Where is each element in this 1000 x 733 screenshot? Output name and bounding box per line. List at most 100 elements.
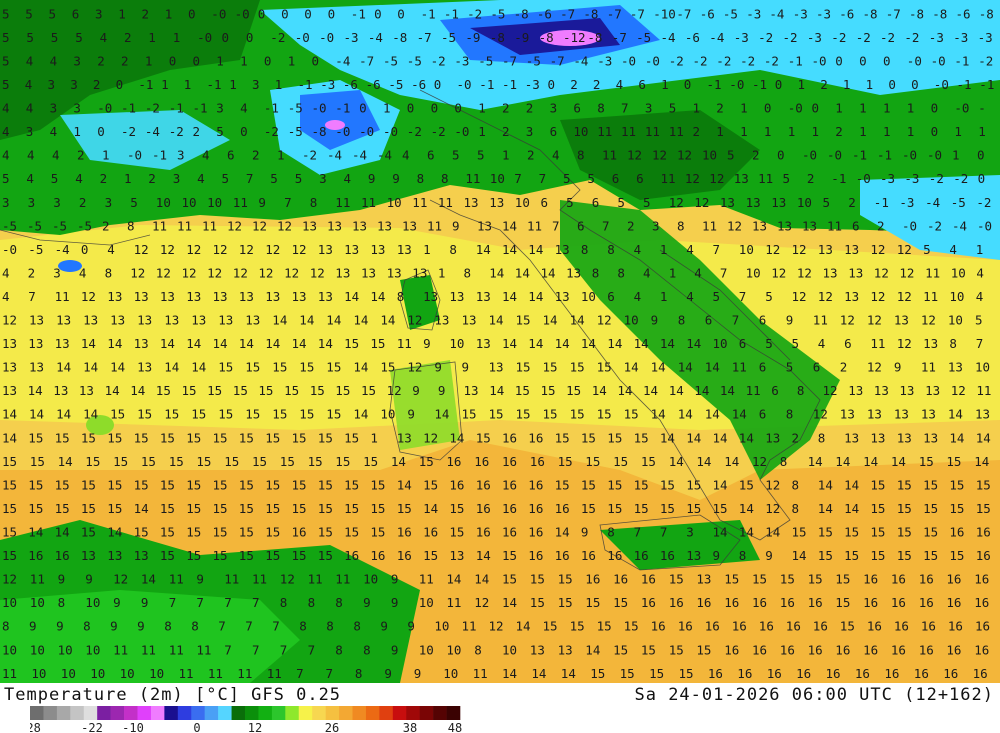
temperature-value: 1 — [660, 289, 668, 304]
temperature-value: -5 — [383, 54, 398, 69]
temperature-value: 8 — [617, 265, 625, 280]
temperature-value: 15 — [370, 336, 385, 351]
temperature-value: -1 — [121, 101, 136, 116]
temperature-value: 12 — [870, 242, 885, 257]
temperature-value: 14 — [765, 525, 780, 540]
temperature-value: 1 — [669, 265, 677, 280]
temperature-value: 16 — [528, 501, 543, 516]
temperature-value: 15 — [2, 501, 17, 516]
temperature-value: 13 — [160, 289, 175, 304]
temperature-value: 15 — [326, 360, 341, 375]
temperature-value: 16 — [502, 454, 517, 469]
temperature-value: 14 — [724, 454, 739, 469]
temperature-field: 5 5 5 6 3 1 2 1 0 -0 -0 0 0 0 0 -1 0 0 -1 -1 -2 -5 -8 -6 -7 -8 -7-… — [0, 0, 1000, 683]
temperature-value: 9 — [56, 619, 64, 634]
temperature-value: -9 — [514, 30, 529, 45]
temperature-value: 2 — [502, 124, 510, 139]
temperature-value: 14 — [585, 642, 600, 657]
temperature-value: 9 — [651, 313, 659, 328]
temperature-value: 2 — [193, 124, 201, 139]
temperature-value: 16 — [975, 619, 990, 634]
temperature-value: 14 — [818, 477, 833, 492]
temperature-value: 14 — [502, 242, 517, 257]
temperature-value: 15 — [543, 407, 558, 422]
temperature-value: 16 — [946, 572, 961, 587]
temperature-value: 15 — [186, 501, 201, 516]
temperature-value: 14 — [105, 383, 120, 398]
temperature-value: 14 — [110, 360, 125, 375]
temperature-value: -7 — [560, 6, 575, 21]
temperature-value: 13 — [107, 289, 122, 304]
temperature-value: 6 — [759, 407, 767, 422]
temperature-value: 15 — [423, 477, 438, 492]
temperature-value: 12 — [921, 313, 936, 328]
temperature-value: 11 — [55, 289, 70, 304]
temperature-value: 14 — [353, 360, 368, 375]
temperature-value: 14 — [515, 265, 530, 280]
temperature-value: 11 — [921, 360, 936, 375]
temperature-value: 14 — [660, 336, 675, 351]
temperature-value: -1 — [152, 148, 167, 163]
temperature-value: 2 — [792, 430, 800, 445]
temperature-value: 16 — [724, 595, 739, 610]
temperature-value: -2 — [831, 30, 846, 45]
temperature-value: 9 — [363, 595, 371, 610]
temperature-value: 1 — [812, 124, 820, 139]
temperature-value: 9 — [368, 171, 376, 186]
temperature-value: 4 — [27, 148, 35, 163]
temperature-value: -3 — [734, 30, 749, 45]
temperature-value: -6 — [956, 6, 971, 21]
temperature-value: 15 — [213, 501, 228, 516]
colorbar-swatch — [124, 706, 138, 720]
temperature-value: 12 — [2, 572, 17, 587]
temperature-value: 7 — [602, 218, 610, 233]
temperature-value: 13 — [79, 383, 94, 398]
temperature-value: 10 — [446, 642, 461, 657]
temperature-value: 10 — [2, 595, 17, 610]
temperature-value: 6 — [813, 360, 821, 375]
colorbar-swatch — [164, 706, 179, 720]
temperature-value: 11 — [462, 619, 477, 634]
temperature-value: 0 — [764, 101, 772, 116]
temperature-value: 9 — [113, 595, 121, 610]
temperature-value: 15 — [613, 595, 628, 610]
temperature-value: 12 — [227, 218, 242, 233]
temperature-value: 9 — [765, 548, 773, 563]
temperature-value: 4 — [2, 265, 10, 280]
temperature-value: 15 — [419, 454, 434, 469]
temperature-value: -0 — [621, 54, 636, 69]
temperature-value: 16 — [891, 595, 906, 610]
colorbar-swatch — [177, 706, 192, 720]
temperature-value: -7 — [359, 54, 374, 69]
temperature-value: 15 — [541, 383, 556, 398]
temperature-value: 0 — [931, 101, 939, 116]
temperature-value: 16 — [826, 666, 841, 681]
temperature-value: -4 — [769, 6, 784, 21]
temperature-value: 14 — [489, 383, 504, 398]
temperature-value: 1 — [118, 6, 126, 21]
temperature-value: -6 — [685, 30, 700, 45]
temperature-value: 8 — [83, 619, 91, 634]
temperature-value: 5 — [2, 171, 10, 186]
temperature-value: 15 — [169, 454, 184, 469]
temperature-value: 12 — [81, 289, 96, 304]
temperature-value: 15 — [326, 407, 341, 422]
temperature-value: 13 — [844, 430, 859, 445]
temperature-value: 12 — [897, 336, 912, 351]
temperature-value: -6 — [700, 6, 715, 21]
temperature-value: 11 — [645, 124, 660, 139]
temperature-value: 11 — [473, 666, 488, 681]
temperature-value: 14 — [686, 336, 701, 351]
temperature-value: 13 — [464, 195, 479, 210]
temperature-value: 13 — [476, 289, 491, 304]
temperature-value: 0 — [835, 54, 843, 69]
temperature-value: 13 — [81, 548, 96, 563]
colorbar-swatch — [218, 706, 232, 720]
temperature-value: 13 — [464, 383, 479, 398]
temperature-value: 14 — [561, 666, 576, 681]
temperature-value: -2 — [758, 30, 773, 45]
temperature-value: 13 — [83, 313, 98, 328]
temperature-value: -8 — [539, 30, 554, 45]
temperature-value: 13 — [844, 289, 859, 304]
temperature-value: 13 — [555, 289, 570, 304]
